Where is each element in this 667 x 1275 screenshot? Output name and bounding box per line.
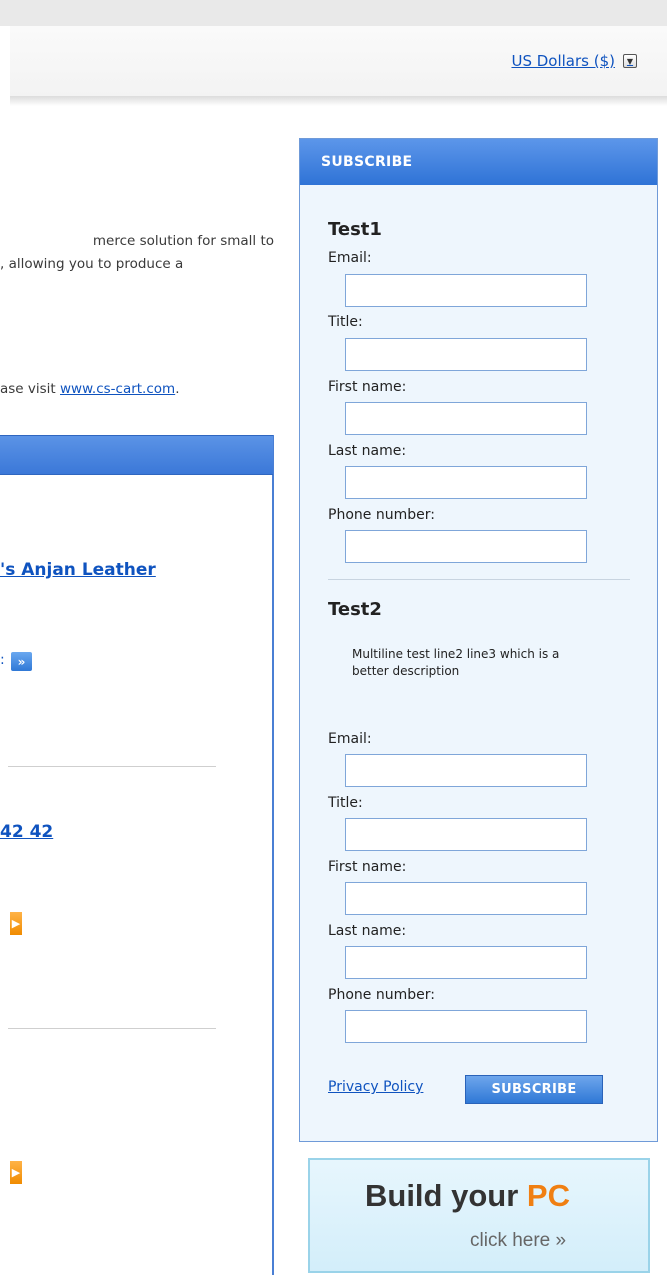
cs-cart-link[interactable]: www.cs-cart.com [60,381,175,397]
banner-click-link[interactable]: click here » [470,1230,566,1252]
subscribe-box: SUBSCRIBE Test1 Email: Title: First name… [299,138,658,1142]
products-panel: 's Anjan Leather : » 42 42 ▶ ▶ [0,435,274,1275]
product-1-more-text[interactable]: : [0,652,5,668]
subscribe-button[interactable]: SUBSCRIBE [465,1075,603,1104]
intro-text: merce solution for small to , allowing y… [0,230,285,276]
last-name-label: Last name: [328,443,407,459]
last-name-field[interactable] [345,946,587,979]
banner-title-main: Build your [365,1178,527,1213]
title-label: Title: [328,314,363,330]
currency-selector[interactable]: US Dollars ($) ▼ [511,52,637,70]
banner-title-accent: PC [526,1178,570,1213]
list-title-test1: Test1 [328,219,382,240]
last-name-field[interactable] [345,466,587,499]
title-label: Title: [328,795,363,811]
intro-line-1: merce solution for small to [92,233,274,249]
last-name-label: Last name: [328,923,407,939]
email-field[interactable] [345,754,587,787]
first-name-field[interactable] [345,882,587,915]
phone-label: Phone number: [328,507,435,523]
banner-title: Build your PC [365,1178,570,1214]
first-name-label: First name: [328,379,407,395]
arrow-right-icon[interactable]: ▶ [10,912,22,935]
divider [8,766,216,767]
email-field[interactable] [345,274,587,307]
phone-field[interactable] [345,1010,587,1043]
arrow-right-icon[interactable]: ▶ [10,1161,22,1184]
title-field[interactable] [345,818,587,851]
top-bar [0,0,667,26]
visit-suffix: . [175,381,180,397]
email-label: Email: [328,250,372,266]
divider [8,1028,216,1029]
title-field[interactable] [345,338,587,371]
first-name-label: First name: [328,859,407,875]
header-shadow [10,96,667,106]
more-arrow-icon[interactable]: » [11,652,32,671]
visit-prefix: ase visit [0,381,61,397]
visit-text: ase visit www.cs-cart.com. [0,381,285,397]
product-1-link[interactable]: 's Anjan Leather [0,560,156,580]
phone-field[interactable] [345,530,587,563]
list-description: Multiline test line2 line3 which is a be… [352,647,560,678]
chevron-down-icon[interactable]: ▼ [623,54,637,68]
divider [328,579,630,580]
privacy-policy-link[interactable]: Privacy Policy [328,1079,423,1095]
first-name-field[interactable] [345,402,587,435]
subscribe-header: SUBSCRIBE [300,139,657,185]
list-title-test2: Test2 [328,599,382,620]
intro-line-2: , allowing you to produce a [0,256,184,272]
email-label: Email: [328,731,372,747]
products-panel-header [0,435,273,475]
currency-label[interactable]: US Dollars ($) [511,52,615,70]
product-2-link[interactable]: 42 42 [0,822,53,842]
phone-label: Phone number: [328,987,435,1003]
build-pc-banner[interactable]: Build your PC click here » [308,1158,650,1273]
